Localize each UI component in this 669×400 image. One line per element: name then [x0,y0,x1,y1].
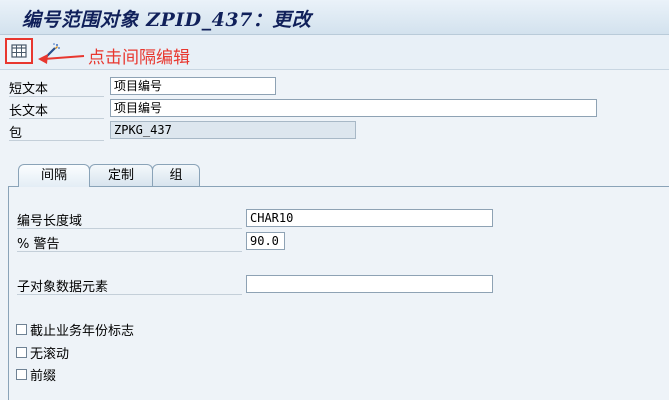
number-length-domain-input[interactable]: CHAR10 [246,209,493,227]
number-length-domain-label: 编号长度域 [17,210,243,229]
fiscal-year-checkbox-label: 截止业务年份标志 [30,324,135,339]
annotation-arrow-icon [38,54,85,64]
tab-interval[interactable]: 间隔 [18,164,90,187]
window-title: 编号范围对象 ZPID_437：更改 [22,9,312,31]
window-titlebar: 编号范围对象 ZPID_437：更改 [0,0,669,35]
long-text-label: 长文本 [9,100,105,119]
sub-object-element-input[interactable] [246,275,493,293]
package-label: 包 [9,122,105,141]
tab-customizing[interactable]: 定制 [89,164,153,186]
interval-edit-button[interactable] [5,38,33,64]
package-field: ZPKG_437 [110,121,356,139]
prefix-checkbox[interactable] [16,369,27,380]
short-text-label: 短文本 [9,78,105,97]
no-rolling-checkbox-label: 无滚动 [30,347,70,362]
warning-percent-input[interactable]: 90.0 [246,232,285,250]
checkbox-row[interactable]: 截止业务年份标志 [16,320,134,339]
annotation-text: 点击间隔编辑 [88,48,190,68]
prefix-checkbox-label: 前缀 [30,369,57,384]
warning-percent-label: % 警告 [17,233,240,252]
no-rolling-checkbox[interactable] [16,347,27,358]
fiscal-year-checkbox[interactable] [16,324,27,335]
short-text-input[interactable]: 项目编号 [110,77,276,95]
long-text-input[interactable]: 项目编号 [110,99,597,117]
checkbox-row[interactable]: 前缀 [16,365,56,384]
checkbox-row[interactable]: 无滚动 [16,343,69,362]
table-grid-icon [11,44,27,58]
tab-group[interactable]: 组 [152,164,200,186]
sub-object-element-label: 子对象数据元素 [17,276,243,295]
